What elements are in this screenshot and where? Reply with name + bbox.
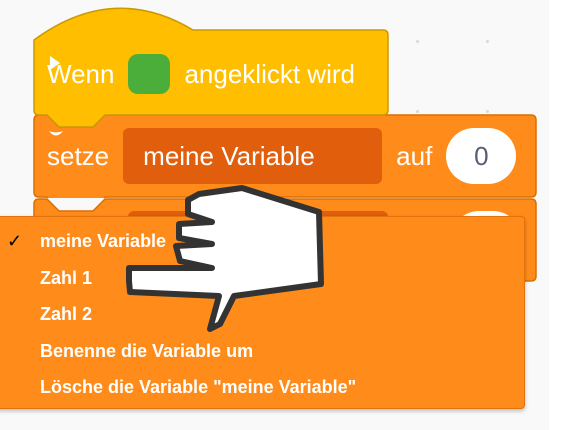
- value-input-text: 0: [474, 140, 489, 171]
- pointing-hand-icon: [126, 185, 324, 332]
- menu-item-label: Benenne die Variable um: [40, 340, 254, 361]
- menu-item-label: Zahl 1: [40, 267, 93, 288]
- hat-text-clicked: angeklickt wird: [184, 58, 355, 89]
- checkmark-icon: ✓: [7, 231, 23, 251]
- grid-dot: [486, 110, 489, 113]
- variable-dropdown-value: meine Variable: [143, 140, 315, 171]
- menu-item-delete-variable[interactable]: Lösche die Variable "meine Variable": [0, 369, 524, 406]
- set-label: setze: [47, 140, 110, 171]
- variable-dropdown[interactable]: meine Variable: [49, 128, 383, 184]
- when-flag-clicked-block[interactable]: Wenn angeklickt wird: [33, 0, 389, 128]
- menu-item-rename-variable[interactable]: Benenne die Variable um: [0, 333, 524, 370]
- green-flag-icon: [50, 54, 171, 94]
- grid-dot: [416, 110, 419, 113]
- menu-item-label: Lösche die Variable "meine Variable": [40, 377, 357, 397]
- value-input[interactable]: 0: [446, 128, 517, 184]
- grid-dot: [486, 40, 489, 43]
- code-workspace[interactable]: setze meine Variable auf 0 Wenn angeklic…: [0, 0, 549, 430]
- grid-dot: [416, 40, 419, 43]
- menu-item-label: Zahl 2: [40, 304, 93, 324]
- set-connector-label: auf: [396, 140, 433, 171]
